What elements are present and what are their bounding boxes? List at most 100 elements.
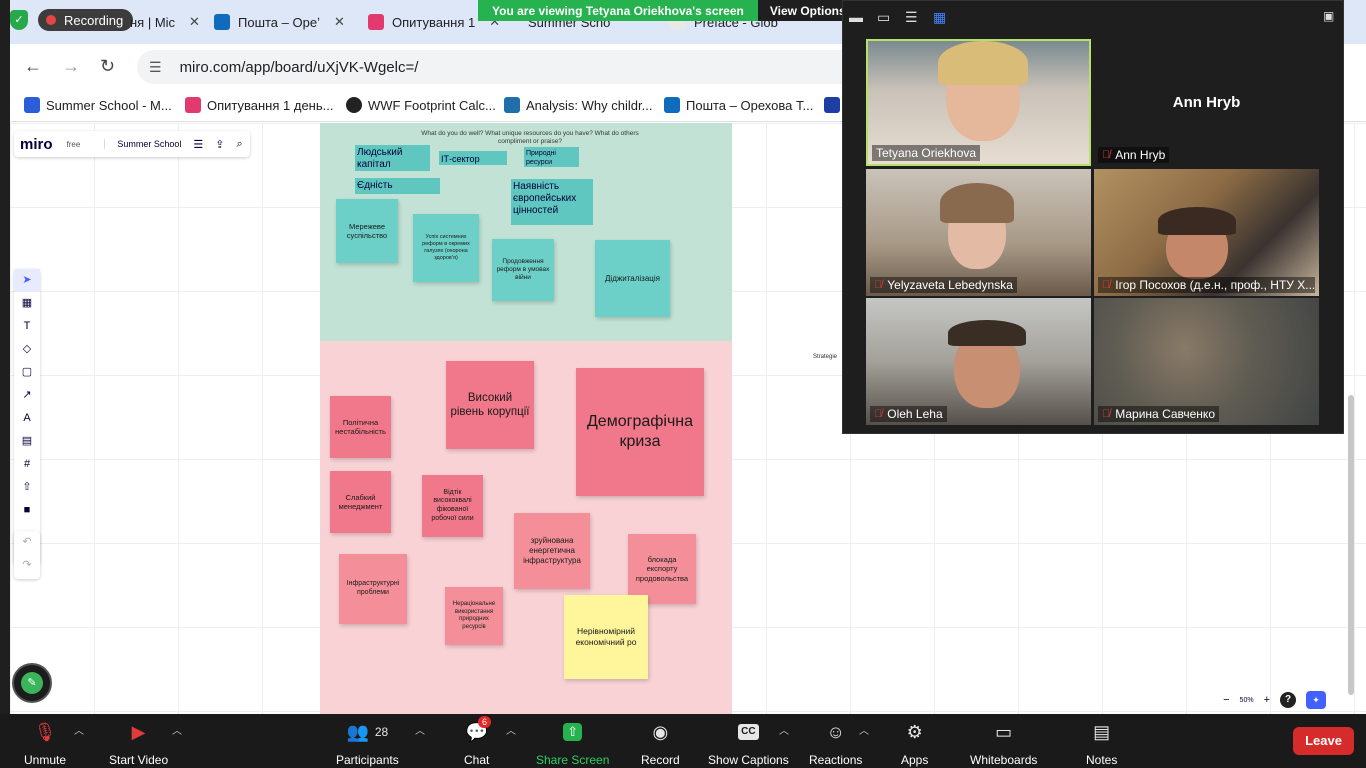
whiteboards-button[interactable]: ▭ Whiteboards [970, 720, 1037, 767]
gallery-view-icon[interactable]: ▦ [933, 9, 946, 26]
text-label[interactable]: Наявність європейських цінностей [511, 179, 593, 225]
more-tools-icon[interactable]: ■ [14, 499, 40, 522]
recording-indicator[interactable]: Recording [38, 9, 134, 31]
sticky-note[interactable]: Нераціональне використання природних рес… [445, 587, 503, 645]
connection-line-icon[interactable]: ↗ [14, 384, 40, 407]
leave-button[interactable]: Leave [1293, 727, 1354, 755]
participant-tile[interactable]: 🎙̸ Ігор Посохов (д.е.н., проф., НТУ Х... [1094, 169, 1319, 296]
pencil-fab[interactable]: ✎ [12, 663, 52, 703]
undo-redo-panel: ↶ ↷ [14, 531, 40, 579]
board-name[interactable]: Summer School [104, 139, 181, 149]
undo-icon[interactable]: ↶ [14, 531, 40, 554]
zoom-in-icon[interactable]: + [1264, 694, 1270, 706]
menu-icon[interactable]: ☰ [193, 138, 203, 151]
sticky-note[interactable]: Демографічна криза [576, 368, 704, 496]
participant-tile[interactable]: 🎙̸ Марина Савченко [1094, 298, 1319, 425]
sticky-note[interactable]: Успіх системних реформ в окремих галузях… [413, 214, 479, 282]
start-video-button[interactable]: ▶ Start Video [109, 720, 168, 767]
redo-icon[interactable]: ↷ [14, 554, 40, 577]
templates-icon[interactable]: ▦ [14, 292, 40, 315]
forward-icon[interactable]: → [62, 56, 80, 77]
sticky-note[interactable]: Відтік висококвалі фікованої робочої сил… [422, 475, 483, 537]
reload-icon[interactable]: ↻ [100, 56, 115, 77]
panel-options-icon[interactable]: ▣ [1323, 9, 1334, 23]
notes-button[interactable]: ▤ Notes [1086, 720, 1117, 767]
participants-caret-icon[interactable]: ︿ [415, 722, 425, 737]
pen-icon[interactable]: A [14, 407, 40, 430]
zoom-out-icon[interactable]: − [1223, 694, 1229, 706]
show-captions-button[interactable]: CC Show Captions [708, 720, 789, 767]
bookmark-analysis[interactable]: Analysis: Why childr... [504, 97, 652, 113]
sticky-note-icon[interactable]: ▢ [14, 361, 40, 384]
apps-button[interactable]: ⚙ Apps [901, 720, 928, 767]
captions-caret-icon[interactable]: ︿ [779, 722, 789, 737]
record-button[interactable]: ◉ Record [641, 720, 680, 767]
help-icon[interactable]: ? [1280, 692, 1296, 708]
site-settings-icon[interactable]: ☰ [149, 59, 162, 76]
strip-view-icon[interactable]: ☰ [905, 9, 918, 26]
participants-count: 28 [374, 725, 389, 739]
reactions-button[interactable]: ☺ Reactions [809, 720, 862, 767]
reactions-caret-icon[interactable]: ︿ [859, 722, 869, 737]
chat-caret-icon[interactable]: ︿ [506, 722, 516, 737]
survey-icon [368, 14, 384, 30]
sticky-note[interactable]: зруйнована енергетична інфраструктура [514, 513, 590, 589]
url-input[interactable]: ☰ miro.com/app/board/uXjVK-Wgelc=/ [137, 50, 897, 84]
strategies-caption: Strategie [813, 354, 838, 360]
bookmark-summer-school[interactable]: Summer School - M... [24, 97, 172, 113]
text-label[interactable]: Людський капітал [355, 145, 430, 171]
chat-button[interactable]: 💬 6 Chat [464, 716, 492, 767]
text-label[interactable]: ІТ-сектор [439, 151, 507, 165]
audio-options-caret-icon[interactable]: ︿ [74, 722, 84, 737]
participants-button[interactable]: 👥 28 Participants [336, 720, 399, 767]
start-video-label: Start Video [109, 753, 169, 767]
minimize-icon[interactable]: ▬ [849, 9, 863, 25]
frame-icon[interactable]: # [14, 453, 40, 476]
export-icon[interactable]: ⇪ [215, 138, 224, 151]
notes-icon: ▤ [1093, 722, 1111, 742]
sticky-note[interactable]: Нерівномірний економічний ро [564, 595, 648, 679]
search-icon[interactable]: ⌕ [236, 138, 242, 151]
miro-logo[interactable]: miro [20, 136, 53, 153]
bookmark-survey[interactable]: Опитування 1 день... [185, 97, 333, 113]
sticky-note[interactable]: Слабкий менеджмент [330, 471, 391, 533]
bookmark-wwf[interactable]: WWF Footprint Calc... [346, 97, 496, 113]
upload-icon[interactable]: ⇧ [14, 476, 40, 499]
participant-tile[interactable]: Tetyana Oriekhova [866, 39, 1091, 166]
participant-display-name: Ann Hryb [1172, 94, 1241, 111]
scrollbar[interactable] [1348, 395, 1354, 695]
text-label[interactable]: Природні ресурси [524, 147, 579, 167]
text-tool-icon[interactable]: T [14, 315, 40, 338]
participant-tile[interactable]: Ann Hryb 🎙̸ Ann Hryb [1094, 39, 1319, 166]
text-label[interactable]: Єдність [355, 178, 440, 194]
bookmark-mail[interactable]: Пошта – Орехова Т... [664, 97, 813, 113]
sticky-note[interactable]: Продовження реформ в умовах війни [492, 239, 554, 301]
back-icon[interactable]: ← [24, 56, 42, 77]
sticky-note[interactable]: Мережеве суспільство [336, 199, 398, 263]
sticky-note[interactable]: Діджиталізація [595, 240, 670, 317]
participant-tile[interactable]: 🎙̸ Oleh Leha [866, 298, 1091, 425]
zoom-level[interactable]: 50% [1240, 697, 1254, 704]
participant-label: 🎙̸ Ігор Посохов (д.е.н., проф., НТУ Х... [1098, 277, 1315, 293]
comment-icon[interactable]: ▤ [14, 430, 40, 453]
bookmark-label: Опитування 1 день... [207, 97, 334, 113]
ai-assist-icon[interactable]: ✦ [1306, 691, 1326, 709]
tab-mail[interactable]: Пошта – Ореʼ ✕ [214, 8, 352, 36]
sticky-note[interactable]: Інфраструктурні проблеми [339, 554, 407, 624]
share-screen-button[interactable]: ⇧ Share Screen [536, 720, 609, 767]
video-panel-toolbar: ▬ ▭ ☰ ▦ ▣ [843, 9, 1343, 31]
unmute-button[interactable]: 🎙 Unmute [24, 720, 66, 767]
sticky-note[interactable]: Високий рівень корупції [446, 361, 534, 449]
speaker-view-icon[interactable]: ▭ [877, 9, 890, 26]
tab-miro[interactable]: ня | Mic ✕ [130, 8, 210, 36]
select-cursor-icon[interactable]: ➤ [14, 269, 40, 292]
participant-label: 🎙̸ Марина Савченко [1098, 406, 1219, 422]
close-icon[interactable]: ✕ [189, 14, 200, 30]
sticky-note[interactable]: Політична нестабільність [330, 396, 391, 458]
participant-tile[interactable]: 🎙̸ Yelyzaveta Lebedynska [866, 169, 1091, 296]
video-options-caret-icon[interactable]: ︿ [172, 722, 182, 737]
sticky-note[interactable]: блокада експорту продовольства [628, 534, 696, 604]
shapes-icon[interactable]: ◇ [14, 338, 40, 361]
close-icon[interactable]: ✕ [334, 14, 345, 30]
eu-flag-icon [824, 97, 840, 113]
